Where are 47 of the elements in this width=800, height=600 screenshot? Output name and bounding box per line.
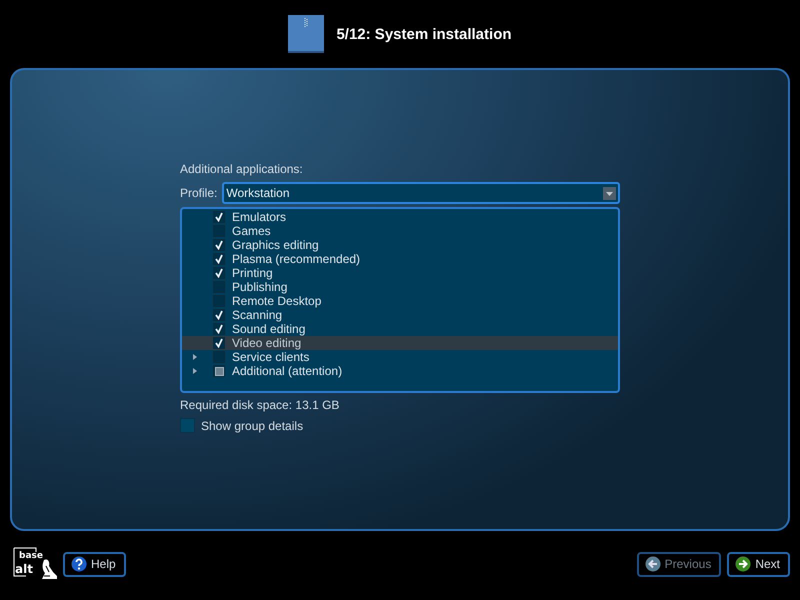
checkbox[interactable]	[213, 267, 225, 279]
profile-label: Profile:	[180, 186, 218, 200]
group-label: Remote Desktop	[232, 294, 322, 308]
checkbox-label: Show group details	[201, 418, 304, 432]
package-icon	[288, 15, 324, 53]
checkbox[interactable]	[213, 281, 225, 293]
window-title: 5/12: System installation	[336, 26, 512, 42]
group-label: Scanning	[232, 308, 282, 322]
group-label: Sound editing	[232, 322, 306, 336]
help-icon	[71, 556, 87, 572]
group-label: Video editing	[232, 336, 302, 350]
checkbox[interactable]	[213, 225, 225, 237]
checkbox[interactable]	[213, 211, 225, 223]
checkbox[interactable]	[213, 253, 225, 265]
checkbox[interactable]	[213, 351, 225, 363]
profile-dropdown[interactable]: Workstation	[222, 182, 620, 204]
group-label: Publishing	[232, 280, 288, 294]
next-button[interactable]: Next	[727, 552, 790, 576]
section-heading: Additional applications:	[180, 162, 304, 176]
group-label: Service clients	[232, 350, 310, 364]
group-label: Graphics editing	[232, 238, 319, 252]
disk-space-text: Required disk space: 13.1 GB	[180, 398, 340, 412]
checkbox[interactable]	[213, 295, 225, 307]
group-row[interactable]: Plasma (recommended)	[182, 252, 618, 266]
group-row[interactable]: Graphics editing	[182, 238, 618, 252]
checkbox[interactable]	[213, 239, 225, 251]
group-label: Printing	[232, 266, 273, 280]
group-row[interactable]: Service clients	[182, 350, 618, 364]
group-row[interactable]: Additional (attention)	[182, 364, 618, 378]
group-row[interactable]: Remote Desktop	[182, 294, 618, 308]
checkbox[interactable]	[213, 323, 225, 335]
group-row[interactable]: Video editing	[182, 336, 618, 350]
group-row[interactable]: Printing	[182, 266, 618, 280]
help-button[interactable]: Help	[63, 552, 126, 576]
checkbox[interactable]	[213, 309, 225, 321]
group-label: Games	[232, 224, 271, 238]
group-row[interactable]: Scanning	[182, 308, 618, 322]
group-row[interactable]: Emulators	[182, 210, 618, 224]
group-label: Plasma (recommended)	[232, 252, 360, 266]
group-label: Emulators	[232, 210, 286, 224]
group-row[interactable]: Publishing	[182, 280, 618, 294]
checkbox[interactable]	[180, 418, 195, 433]
checkbox[interactable]	[213, 337, 225, 349]
group-row[interactable]: Sound editing	[182, 322, 618, 336]
logo-drawing: base alt	[12, 546, 58, 582]
group-label: Additional (attention)	[232, 364, 342, 378]
group-row[interactable]: Games	[182, 224, 618, 238]
